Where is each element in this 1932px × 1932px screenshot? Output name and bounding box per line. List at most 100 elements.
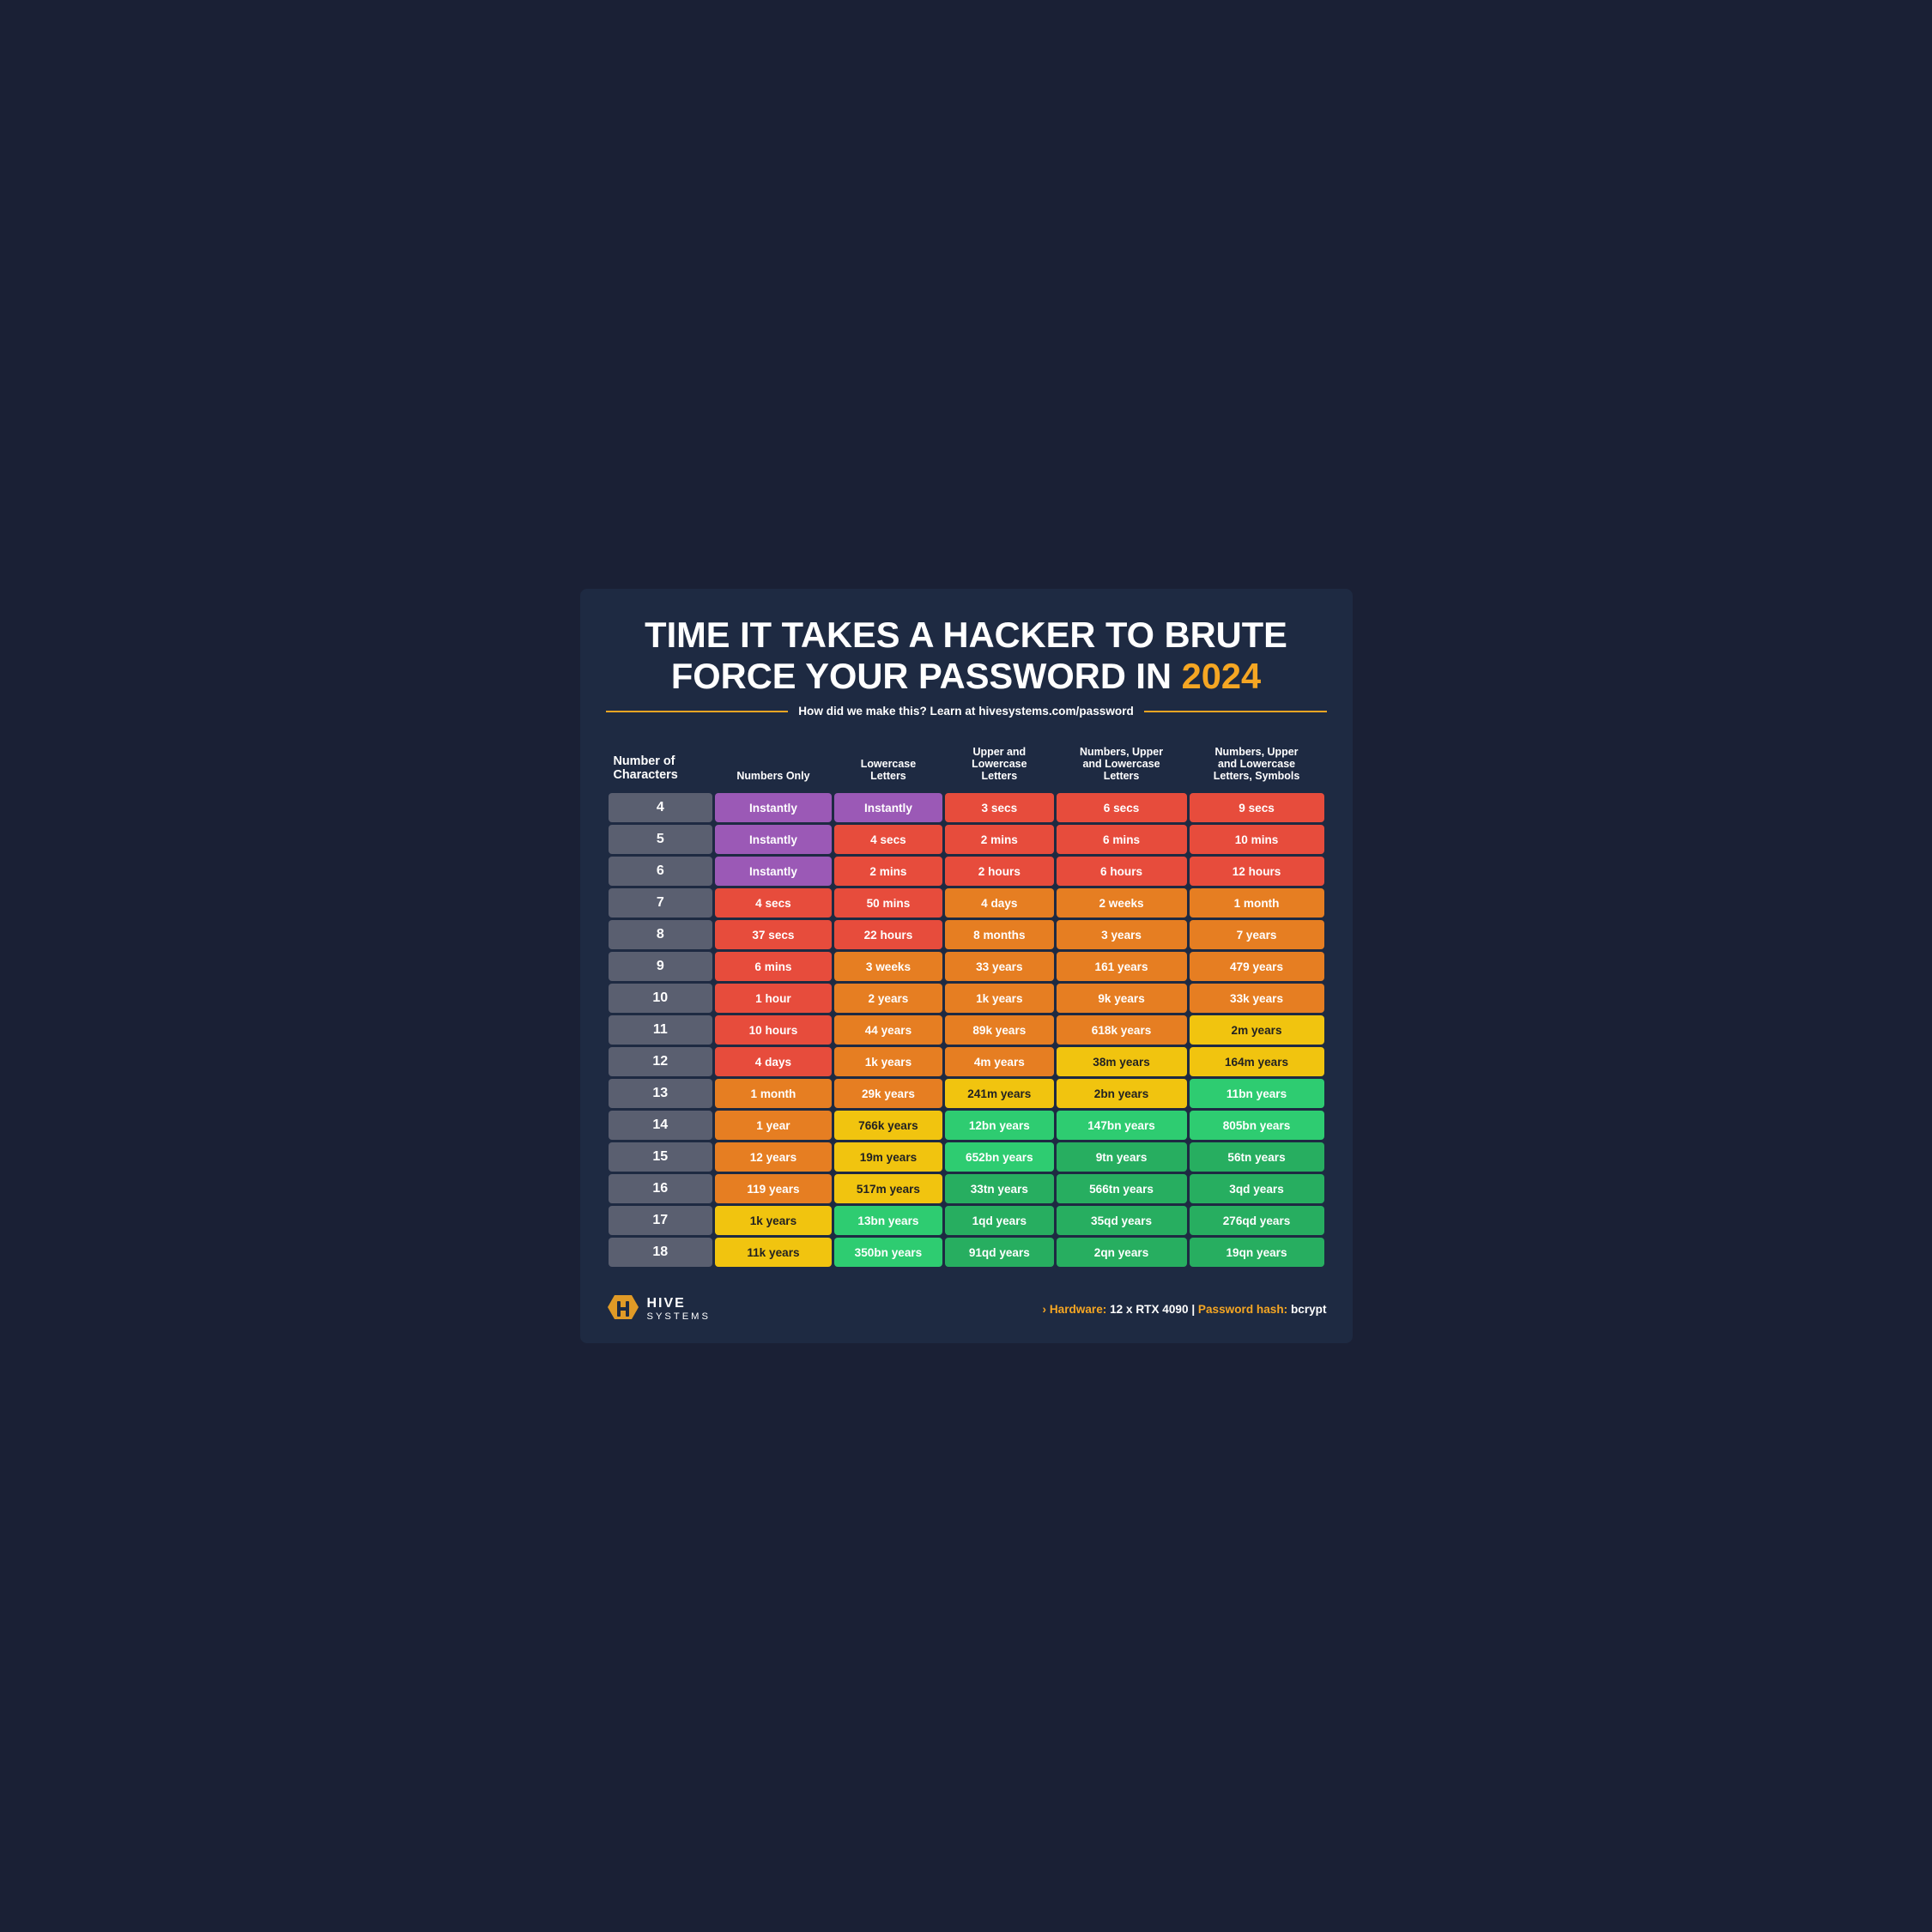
cell-r13-c1: 13bn years [834, 1206, 942, 1235]
cell-r2-c4: 12 hours [1190, 857, 1324, 886]
col-header-full: Numbers, Upperand LowercaseLetters, Symb… [1190, 737, 1324, 790]
title-line1: TIME IT TAKES A HACKER TO BRUTE [645, 615, 1287, 655]
footer-arrow: › [1043, 1303, 1047, 1316]
row-chars-13: 13 [609, 1079, 713, 1108]
cell-r11-c2: 652bn years [945, 1142, 1053, 1172]
col-header-lower: LowercaseLetters [834, 737, 942, 790]
hash-value: bcrypt [1291, 1303, 1327, 1316]
separator: | [1191, 1303, 1198, 1316]
cell-r0-c1: Instantly [834, 793, 942, 822]
cell-r1-c0: Instantly [715, 825, 832, 854]
cell-r13-c4: 276qd years [1190, 1206, 1324, 1235]
cell-r9-c0: 1 month [715, 1079, 832, 1108]
table-row: 141 year766k years12bn years147bn years8… [609, 1111, 1324, 1140]
cell-r4-c2: 8 months [945, 920, 1053, 949]
subtitle-line-left [606, 711, 789, 712]
table-body: 4InstantlyInstantly3 secs6 secs9 secs5In… [609, 793, 1324, 1267]
table-row: 5Instantly4 secs2 mins6 mins10 mins [609, 825, 1324, 854]
row-chars-7: 7 [609, 888, 713, 918]
table-row: 1110 hours44 years89k years618k years2m … [609, 1015, 1324, 1045]
footer-info: › Hardware: 12 x RTX 4090 | Password has… [1043, 1303, 1327, 1316]
cell-r6-c2: 1k years [945, 984, 1053, 1013]
cell-r3-c2: 4 days [945, 888, 1053, 918]
cell-r0-c2: 3 secs [945, 793, 1053, 822]
cell-r14-c1: 350bn years [834, 1238, 942, 1267]
table-row: 1811k years350bn years91qd years2qn year… [609, 1238, 1324, 1267]
cell-r5-c0: 6 mins [715, 952, 832, 981]
cell-r5-c2: 33 years [945, 952, 1053, 981]
hash-label: Password hash: [1198, 1303, 1287, 1316]
cell-r1-c2: 2 mins [945, 825, 1053, 854]
cell-r10-c3: 147bn years [1057, 1111, 1187, 1140]
subtitle-bar: How did we make this? Learn at hivesyste… [606, 705, 1327, 718]
cell-r1-c3: 6 mins [1057, 825, 1187, 854]
cell-r4-c0: 37 secs [715, 920, 832, 949]
cell-r7-c4: 2m years [1190, 1015, 1324, 1045]
row-chars-4: 4 [609, 793, 713, 822]
main-container: TIME IT TAKES A HACKER TO BRUTE FORCE YO… [580, 589, 1353, 1344]
table-row: 1512 years19m years652bn years9tn years5… [609, 1142, 1324, 1172]
cell-r9-c2: 241m years [945, 1079, 1053, 1108]
cell-r6-c3: 9k years [1057, 984, 1187, 1013]
cell-r7-c1: 44 years [834, 1015, 942, 1045]
cell-r13-c3: 35qd years [1057, 1206, 1187, 1235]
row-chars-16: 16 [609, 1174, 713, 1203]
cell-r9-c3: 2bn years [1057, 1079, 1187, 1108]
row-chars-6: 6 [609, 857, 713, 886]
cell-r10-c0: 1 year [715, 1111, 832, 1140]
table-row: 124 days1k years4m years38m years164m ye… [609, 1047, 1324, 1076]
cell-r5-c4: 479 years [1190, 952, 1324, 981]
table-row: 101 hour2 years1k years9k years33k years [609, 984, 1324, 1013]
cell-r3-c4: 1 month [1190, 888, 1324, 918]
cell-r8-c2: 4m years [945, 1047, 1053, 1076]
cell-r14-c4: 19qn years [1190, 1238, 1324, 1267]
cell-r8-c4: 164m years [1190, 1047, 1324, 1076]
table-wrapper: Number ofCharacters Numbers Only Lowerca… [606, 735, 1327, 1269]
cell-r6-c0: 1 hour [715, 984, 832, 1013]
table-row: 16119 years517m years33tn years566tn yea… [609, 1174, 1324, 1203]
logo-area: HIVE SYSTEMS [606, 1292, 711, 1326]
cell-r3-c3: 2 weeks [1057, 888, 1187, 918]
cell-r11-c4: 56tn years [1190, 1142, 1324, 1172]
cell-r7-c3: 618k years [1057, 1015, 1187, 1045]
title-year: 2024 [1182, 656, 1262, 696]
cell-r8-c0: 4 days [715, 1047, 832, 1076]
cell-r12-c3: 566tn years [1057, 1174, 1187, 1203]
cell-r7-c2: 89k years [945, 1015, 1053, 1045]
row-chars-8: 8 [609, 920, 713, 949]
subtitle-text: How did we make this? Learn at hivesyste… [798, 705, 1134, 718]
footer: HIVE SYSTEMS › Hardware: 12 x RTX 4090 |… [606, 1283, 1327, 1326]
cell-r8-c3: 38m years [1057, 1047, 1187, 1076]
table-row: 171k years13bn years1qd years35qd years2… [609, 1206, 1324, 1235]
row-chars-11: 11 [609, 1015, 713, 1045]
col-header-numbers: Numbers Only [715, 737, 832, 790]
cell-r5-c3: 161 years [1057, 952, 1187, 981]
cell-r2-c0: Instantly [715, 857, 832, 886]
cell-r3-c0: 4 secs [715, 888, 832, 918]
row-chars-12: 12 [609, 1047, 713, 1076]
row-chars-10: 10 [609, 984, 713, 1013]
cell-r9-c4: 11bn years [1190, 1079, 1324, 1108]
cell-r6-c4: 33k years [1190, 984, 1324, 1013]
row-chars-5: 5 [609, 825, 713, 854]
cell-r3-c1: 50 mins [834, 888, 942, 918]
password-table: Number ofCharacters Numbers Only Lowerca… [606, 735, 1327, 1269]
cell-r1-c4: 10 mins [1190, 825, 1324, 854]
col-header-chars: Number ofCharacters [609, 737, 713, 790]
cell-r0-c4: 9 secs [1190, 793, 1324, 822]
cell-r10-c1: 766k years [834, 1111, 942, 1140]
cell-r14-c3: 2qn years [1057, 1238, 1187, 1267]
hardware-label: Hardware: [1050, 1303, 1106, 1316]
cell-r4-c1: 22 hours [834, 920, 942, 949]
table-row: 6Instantly2 mins2 hours6 hours12 hours [609, 857, 1324, 886]
cell-r2-c2: 2 hours [945, 857, 1053, 886]
logo-text: HIVE SYSTEMS [647, 1296, 711, 1322]
cell-r7-c0: 10 hours [715, 1015, 832, 1045]
cell-r4-c4: 7 years [1190, 920, 1324, 949]
cell-r13-c2: 1qd years [945, 1206, 1053, 1235]
table-row: 4InstantlyInstantly3 secs6 secs9 secs [609, 793, 1324, 822]
title-line2: FORCE YOUR PASSWORD IN [671, 656, 1172, 696]
cell-r6-c1: 2 years [834, 984, 942, 1013]
cell-r9-c1: 29k years [834, 1079, 942, 1108]
cell-r14-c0: 11k years [715, 1238, 832, 1267]
